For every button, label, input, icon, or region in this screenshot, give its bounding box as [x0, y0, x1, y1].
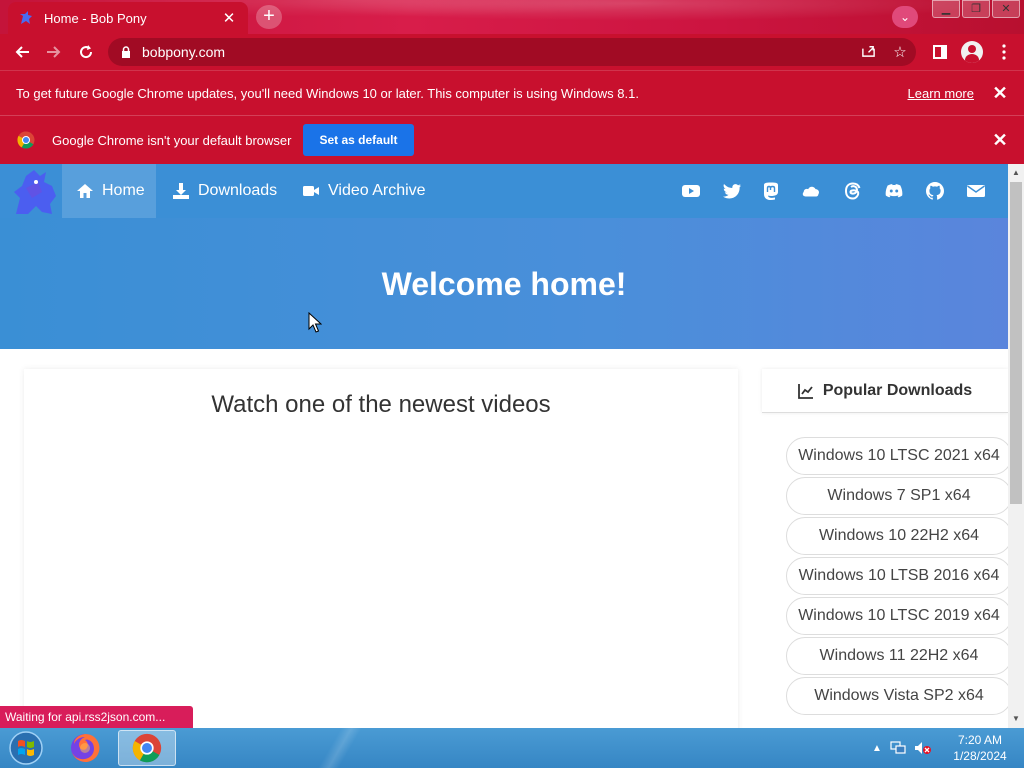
start-button-icon[interactable]: [6, 730, 46, 766]
newest-videos-title: Watch one of the newest videos: [211, 391, 551, 418]
nav-video-archive[interactable]: Video Archive: [302, 164, 426, 218]
nav-home-label: Home: [102, 182, 145, 199]
avatar: [961, 41, 983, 63]
bob-pony-logo-icon[interactable]: [12, 168, 60, 218]
chrome-logo-icon: [17, 131, 35, 149]
default-browser-message: Google Chrome isn't your default browser: [52, 132, 292, 148]
set-as-default-button[interactable]: Set as default: [303, 124, 414, 156]
download-item[interactable]: Windows 7 SP1 x64: [786, 477, 1008, 515]
download-item[interactable]: Windows Vista SP2 x64: [786, 677, 1008, 715]
windows-taskbar: ▲ 7:20 AM 1/28/2024: [0, 728, 1024, 768]
mouse-cursor-icon: [308, 312, 322, 333]
browser-toolbar: bobpony.com ☆: [0, 34, 1024, 70]
nav-home[interactable]: Home: [62, 164, 156, 218]
minimize-button[interactable]: ▁: [932, 0, 960, 18]
menu-kebab-icon[interactable]: [988, 36, 1020, 68]
learn-more-link[interactable]: Learn more: [908, 86, 974, 101]
tab-title: Home - Bob Pony: [44, 10, 147, 26]
back-arrow-icon: [15, 46, 29, 58]
nav-video-archive-label: Video Archive: [328, 182, 426, 199]
discord-icon[interactable]: [884, 181, 904, 201]
forward-button[interactable]: [38, 36, 70, 68]
update-infobar: To get future Google Chrome updates, you…: [0, 70, 1024, 116]
window-controls: ▁ ❐ ✕: [930, 0, 1020, 18]
new-tab-button[interactable]: +: [256, 5, 282, 29]
popular-downloads-header: Popular Downloads: [762, 369, 1008, 413]
video-icon: [303, 186, 319, 196]
show-hidden-icons-icon[interactable]: ▲: [872, 743, 882, 754]
reload-button[interactable]: [70, 36, 102, 68]
system-tray: ▲: [872, 728, 940, 768]
share-icon[interactable]: [852, 43, 884, 62]
url-text: bobpony.com: [142, 44, 226, 60]
scroll-thumb[interactable]: [1010, 182, 1022, 504]
page-viewport: Home Downloads Video Archive Welcome hom…: [0, 164, 1008, 728]
nav-downloads[interactable]: Downloads: [172, 164, 277, 218]
page-scrollbar[interactable]: ▲ ▼: [1008, 164, 1024, 728]
firefox-icon: [71, 733, 100, 762]
restore-button[interactable]: ❐: [962, 0, 990, 18]
title-bar: Home - Bob Pony ✕ + ⌄ ▁ ❐ ✕: [0, 0, 1024, 34]
mail-icon[interactable]: [966, 181, 986, 201]
site-navbar: Home Downloads Video Archive: [0, 164, 1008, 218]
download-item[interactable]: Windows 11 22H2 x64: [786, 637, 1008, 675]
downloads-list: Windows 10 LTSC 2021 x64 Windows 7 SP1 x…: [786, 437, 1008, 717]
tab-search-button[interactable]: ⌄: [892, 6, 918, 28]
youtube-icon[interactable]: [681, 181, 701, 201]
download-item[interactable]: Windows 10 LTSB 2016 x64: [786, 557, 1008, 595]
home-icon: [77, 184, 93, 198]
default-browser-infobar: Google Chrome isn't your default browser…: [0, 116, 1024, 164]
clock-date: 1/28/2024: [953, 749, 1007, 763]
scroll-up-icon[interactable]: ▲: [1008, 166, 1024, 180]
back-button[interactable]: [6, 36, 38, 68]
threads-icon[interactable]: [843, 181, 863, 201]
popular-downloads-card: Popular Downloads Windows 10 LTSC 2021 x…: [762, 369, 1008, 728]
download-item[interactable]: Windows 10 LTSC 2019 x64: [786, 597, 1008, 635]
download-icon: [173, 183, 189, 199]
twitter-icon[interactable]: [722, 181, 742, 201]
taskbar-firefox[interactable]: [56, 730, 114, 766]
status-bubble: Waiting for api.rss2json.com...: [0, 706, 194, 728]
line-chart-icon: [797, 383, 813, 399]
tab-close-icon[interactable]: ✕: [220, 9, 238, 27]
volume-muted-icon[interactable]: [914, 741, 932, 755]
forward-arrow-icon: [47, 46, 61, 58]
update-message: To get future Google Chrome updates, you…: [16, 85, 639, 101]
bookmark-star-icon[interactable]: ☆: [884, 43, 916, 61]
taskbar-clock[interactable]: 7:20 AM 1/28/2024: [944, 732, 1016, 764]
mastodon-icon[interactable]: [761, 181, 781, 201]
github-icon[interactable]: [925, 181, 945, 201]
hero-title: Welcome home!: [381, 266, 627, 302]
default-infobar-close-icon[interactable]: ✕: [990, 130, 1010, 151]
clock-time: 7:20 AM: [957, 733, 1003, 747]
popular-downloads-title: Popular Downloads: [822, 381, 973, 399]
close-window-button[interactable]: ✕: [992, 0, 1020, 18]
reload-icon: [80, 45, 93, 59]
nav-downloads-label: Downloads: [198, 182, 278, 199]
chrome-icon: [132, 733, 162, 763]
cloud-icon[interactable]: [801, 181, 821, 201]
network-icon[interactable]: [890, 741, 906, 755]
download-item[interactable]: Windows 10 22H2 x64: [786, 517, 1008, 555]
download-item[interactable]: Windows 10 LTSC 2021 x64: [786, 437, 1008, 475]
site-favicon-icon: [20, 11, 32, 24]
side-panel-icon[interactable]: [924, 36, 956, 68]
newest-videos-card: Watch one of the newest videos: [24, 369, 738, 728]
taskbar-chrome[interactable]: [118, 730, 176, 766]
profile-button[interactable]: [956, 36, 988, 68]
hero-banner: Welcome home!: [0, 218, 1008, 349]
update-infobar-close-icon[interactable]: ✕: [990, 83, 1010, 104]
lock-icon: [122, 46, 130, 58]
scroll-down-icon[interactable]: ▼: [1008, 712, 1024, 726]
address-bar[interactable]: bobpony.com ☆: [108, 38, 916, 66]
browser-tab[interactable]: Home - Bob Pony ✕: [8, 2, 248, 34]
